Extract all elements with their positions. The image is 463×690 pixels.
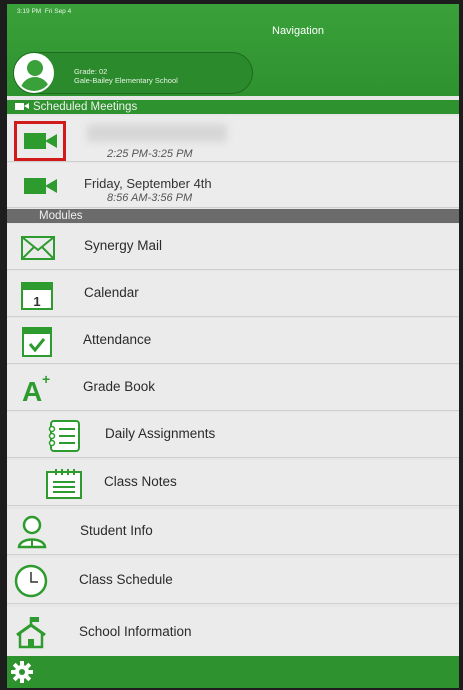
- module-grade-book[interactable]: A + Grade Book: [7, 365, 459, 411]
- redacted-title: [87, 124, 227, 142]
- module-label: Attendance: [83, 332, 152, 347]
- status-bar: 3:19 PM Fri Sep 4: [17, 8, 71, 15]
- video-camera-icon: [15, 103, 29, 110]
- status-time: 3:19 PM: [17, 8, 42, 15]
- profile-card[interactable]: Grade: 02 Gale-Bailey Elementary School: [13, 52, 253, 94]
- svg-text:A: A: [22, 376, 42, 405]
- module-label: Calendar: [84, 285, 139, 300]
- student-info-icon: [16, 515, 48, 549]
- mail-icon: [21, 236, 55, 260]
- module-label: School Information: [79, 624, 192, 639]
- section-label: Scheduled Meetings: [33, 101, 138, 113]
- module-attendance[interactable]: Attendance: [7, 318, 459, 364]
- section-label: Modules: [39, 210, 83, 222]
- grade-label: Grade: 02: [74, 67, 108, 76]
- school-label: Gale-Bailey Elementary School: [74, 76, 178, 85]
- gear-icon[interactable]: [10, 660, 34, 688]
- meeting-date: Friday, September 4th: [84, 176, 212, 191]
- meeting-item[interactable]: 2:25 PM-3:25 PM: [7, 116, 459, 162]
- module-school-information[interactable]: School Information: [7, 607, 459, 656]
- module-label: Class Schedule: [79, 572, 173, 587]
- svg-text:+: +: [42, 371, 50, 387]
- scheduled-meetings-header: Scheduled Meetings: [7, 100, 459, 114]
- attendance-icon: [22, 326, 52, 358]
- clock-icon: [14, 564, 48, 598]
- avatar: [14, 53, 54, 93]
- module-label: Synergy Mail: [84, 238, 163, 253]
- grade-book-icon: A +: [20, 371, 54, 405]
- module-class-notes[interactable]: Class Notes: [7, 460, 459, 506]
- video-camera-icon[interactable]: [24, 178, 57, 194]
- module-class-schedule[interactable]: Class Schedule: [7, 558, 459, 604]
- module-label: Grade Book: [83, 379, 156, 394]
- video-camera-icon[interactable]: [24, 133, 57, 149]
- modules-header: Modules: [7, 209, 459, 223]
- module-label: Student Info: [80, 523, 153, 538]
- module-label: Class Notes: [104, 474, 177, 489]
- page-title: Navigation: [272, 25, 324, 37]
- footer-bar: [7, 656, 459, 688]
- module-label: Daily Assignments: [105, 426, 216, 441]
- meeting-time: 2:25 PM-3:25 PM: [107, 148, 193, 160]
- module-student-info[interactable]: Student Info: [7, 509, 459, 555]
- module-daily-assignments[interactable]: Daily Assignments: [7, 412, 459, 458]
- header-bar: 3:19 PM Fri Sep 4 Navigation Grade: 02 G…: [7, 4, 459, 96]
- school-icon: [15, 615, 47, 649]
- module-calendar[interactable]: 1 Calendar: [7, 271, 459, 317]
- status-date: Fri Sep 4: [44, 8, 72, 15]
- calendar-day-number: 1: [33, 294, 40, 309]
- assignments-icon: [47, 420, 81, 452]
- meeting-time: 8:56 AM-3:56 PM: [107, 192, 193, 204]
- app-screen: 3:19 PM Fri Sep 4 Navigation Grade: 02 G…: [7, 4, 459, 688]
- module-synergy-mail[interactable]: Synergy Mail: [7, 224, 459, 270]
- meeting-item[interactable]: Friday, September 4th 8:56 AM-3:56 PM: [7, 163, 459, 208]
- calendar-icon: 1: [21, 279, 53, 311]
- notes-icon: [45, 468, 83, 500]
